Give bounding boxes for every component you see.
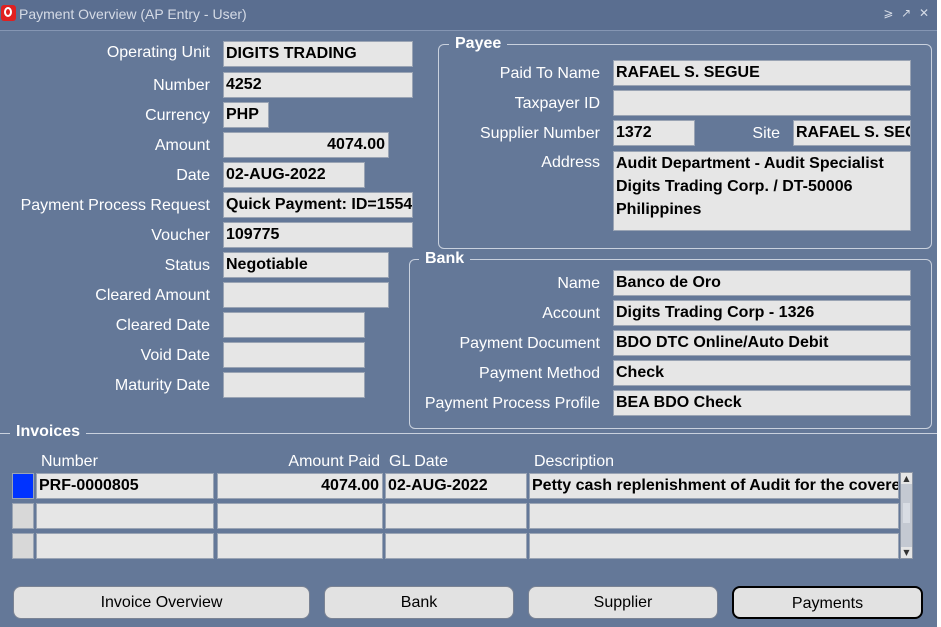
bank-name-label: Name	[557, 275, 600, 292]
window-title: Payment Overview (AP Entry - User)	[19, 6, 247, 22]
row-selector[interactable]	[12, 473, 34, 499]
payment-process-profile-label: Payment Process Profile	[424, 395, 600, 412]
currency-label: Currency	[145, 107, 210, 124]
col-header-description: Description	[534, 453, 615, 470]
cleared-date-field[interactable]	[223, 312, 365, 338]
col-header-gl-date: GL Date	[389, 453, 448, 470]
paid-to-name-label: Paid To Name	[499, 65, 600, 82]
date-field[interactable]: 02-AUG-2022	[223, 162, 365, 188]
title-bar: Payment Overview (AP Entry - User) ⩾ ↗ ✕	[0, 0, 937, 31]
amount-field[interactable]: 4074.00	[223, 132, 389, 158]
number-field[interactable]: 4252	[223, 72, 413, 98]
cleared-amount-label: Cleared Amount	[95, 287, 210, 304]
currency-field[interactable]: PHP	[223, 102, 269, 128]
table-cell-description[interactable]	[529, 533, 899, 559]
amount-label: Amount	[154, 137, 210, 154]
date-label: Date	[176, 167, 210, 184]
window-edge	[937, 0, 941, 627]
supplier-number-label: Supplier Number	[479, 125, 600, 142]
table-cell-number[interactable]	[36, 503, 214, 529]
payment-overview-window: Payment Overview (AP Entry - User) ⩾ ↗ ✕…	[0, 0, 937, 627]
site-label: Site	[752, 125, 780, 142]
payment-process-request-label: Payment Process Request	[20, 197, 210, 214]
bank-group-title: Bank	[419, 250, 471, 268]
address-label: Address	[541, 154, 600, 171]
number-label: Number	[153, 77, 210, 94]
table-cell-number[interactable]	[36, 533, 214, 559]
status-label: Status	[164, 257, 210, 274]
address-field[interactable]: Audit Department - Audit Specialist Digi…	[613, 151, 911, 231]
table-cell-gl-date[interactable]: 02-AUG-2022	[385, 473, 527, 499]
void-date-label: Void Date	[140, 347, 210, 364]
window-controls-icon[interactable]: ⩾ ↗ ✕	[883, 6, 931, 20]
table-cell-amount-paid[interactable]: 4074.00	[217, 473, 383, 499]
col-header-amount-paid: Amount Paid	[288, 453, 380, 470]
scroll-thumb[interactable]	[903, 503, 910, 523]
scroll-down-icon[interactable]: ▼	[901, 547, 912, 558]
table-cell-amount-paid[interactable]	[217, 503, 383, 529]
invoices-separator	[0, 433, 937, 434]
void-date-field[interactable]	[223, 342, 365, 368]
operating-unit-label: Operating Unit	[106, 44, 210, 61]
maturity-date-field[interactable]	[223, 372, 365, 398]
cleared-date-label: Cleared Date	[115, 317, 210, 334]
maturity-date-label: Maturity Date	[114, 377, 210, 394]
invoice-overview-button[interactable]: Invoice Overview	[13, 586, 310, 619]
payment-method-field[interactable]: Check	[613, 360, 911, 386]
table-cell-gl-date[interactable]	[385, 503, 527, 529]
payment-process-request-field[interactable]: Quick Payment: ID=1554	[223, 192, 413, 218]
account-field[interactable]: Digits Trading Corp - 1326	[613, 300, 911, 326]
payee-group-title: Payee	[449, 35, 508, 53]
row-selector[interactable]	[12, 503, 34, 529]
payment-process-profile-field[interactable]: BEA BDO Check	[613, 390, 911, 416]
bank-button[interactable]: Bank	[324, 586, 514, 619]
supplier-button[interactable]: Supplier	[528, 586, 718, 619]
oracle-app-icon	[1, 5, 16, 21]
table-cell-number[interactable]: PRF-0000805	[36, 473, 214, 499]
account-label: Account	[542, 305, 600, 322]
taxpayer-id-label: Taxpayer ID	[514, 95, 600, 112]
invoices-scrollbar[interactable]: ▲ ▼	[900, 472, 913, 559]
table-cell-amount-paid[interactable]	[217, 533, 383, 559]
scroll-up-icon[interactable]: ▲	[901, 473, 912, 484]
payment-method-label: Payment Method	[479, 365, 600, 382]
payment-document-label: Payment Document	[459, 335, 600, 352]
payment-document-field[interactable]: BDO DTC Online/Auto Debit	[613, 330, 911, 356]
supplier-number-field[interactable]: 1372	[613, 120, 695, 146]
table-cell-description[interactable]	[529, 503, 899, 529]
site-field[interactable]: RAFAEL S. SEGUE	[793, 120, 911, 146]
paid-to-name-field[interactable]: RAFAEL S. SEGUE	[613, 60, 911, 86]
invoices-title: Invoices	[10, 423, 87, 441]
voucher-label: Voucher	[151, 227, 210, 244]
table-cell-description[interactable]: Petty cash replenishment of Audit for th…	[529, 473, 899, 499]
operating-unit-field[interactable]: DIGITS TRADING	[223, 41, 413, 67]
status-field[interactable]: Negotiable	[223, 252, 389, 278]
table-cell-gl-date[interactable]	[385, 533, 527, 559]
cleared-amount-field[interactable]	[223, 282, 389, 308]
bank-name-field[interactable]: Banco de Oro	[613, 270, 911, 296]
taxpayer-id-field[interactable]	[613, 90, 911, 116]
row-selector[interactable]	[12, 533, 34, 559]
voucher-field[interactable]: 109775	[223, 222, 413, 248]
payments-button[interactable]: Payments	[732, 586, 923, 619]
col-header-number: Number	[41, 453, 98, 470]
